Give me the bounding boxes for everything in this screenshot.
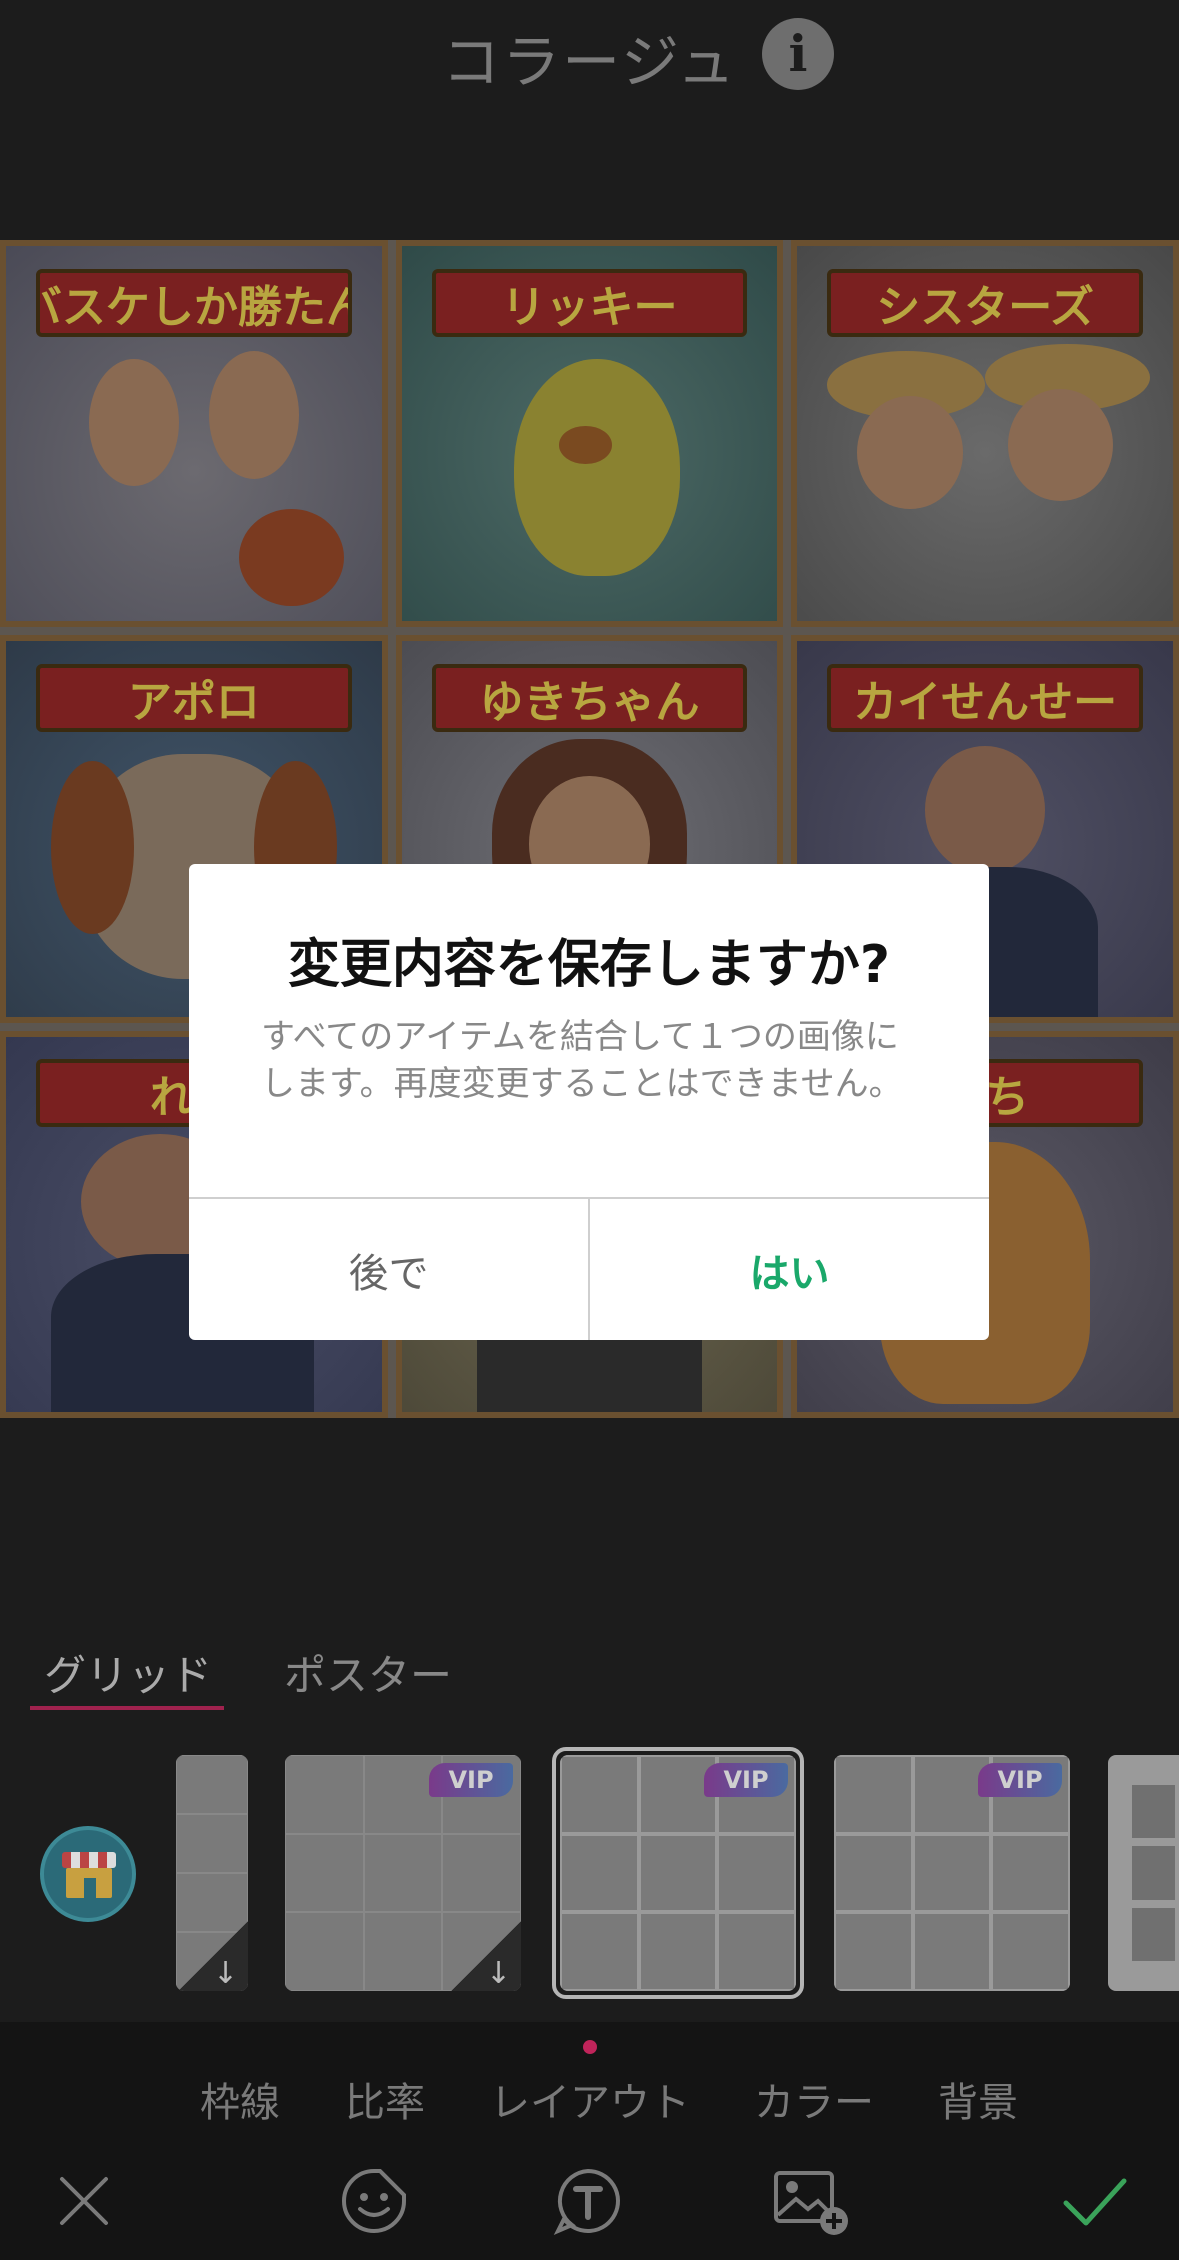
tool-ratio[interactable]: 比率: [345, 2070, 425, 2128]
collage-cell[interactable]: シスターズ: [791, 240, 1179, 628]
tool-color[interactable]: カラー: [754, 2070, 874, 2128]
sticker-icon[interactable]: [338, 2165, 410, 2237]
layout-option[interactable]: VIP ↓: [285, 1755, 521, 1991]
tab-poster[interactable]: ポスター: [284, 1642, 452, 1703]
info-icon[interactable]: i: [762, 18, 834, 90]
layout-option[interactable]: VIP: [834, 1755, 1070, 1991]
cell-label: カイせんせー: [827, 663, 1143, 732]
collage-cell[interactable]: リッキー: [395, 240, 784, 628]
vip-badge: VIP: [978, 1763, 1062, 1797]
active-tab-indicator: [30, 1706, 224, 1710]
tool-layout[interactable]: レイアウト: [490, 2070, 690, 2128]
later-button[interactable]: 後で: [189, 1199, 588, 1340]
layout-option[interactable]: ↓: [176, 1755, 248, 1991]
store-icon[interactable]: [40, 1826, 136, 1922]
check-icon[interactable]: [1058, 2165, 1130, 2237]
save-changes-dialog: 変更内容を保存しますか? すべてのアイテムを結合して１つの画像にします。再度変更…: [189, 864, 989, 1340]
close-icon[interactable]: [48, 2165, 120, 2237]
layout-option-selected[interactable]: VIP: [560, 1755, 796, 1991]
cell-label: バスケしか勝たん: [36, 268, 352, 337]
collage-cell[interactable]: バスケしか勝たん: [0, 240, 388, 628]
dialog-title: 変更内容を保存しますか?: [287, 935, 891, 995]
active-tool-indicator: [583, 2040, 597, 2054]
layout-option[interactable]: [1108, 1755, 1179, 1991]
cell-label: アポロ: [36, 663, 352, 732]
download-icon: ↓: [178, 1921, 248, 1991]
add-photo-icon[interactable]: [772, 2165, 852, 2237]
vip-badge: VIP: [704, 1763, 788, 1797]
tab-grid[interactable]: グリッド: [44, 1642, 212, 1703]
cell-label: リッキー: [431, 268, 748, 337]
tool-background[interactable]: 背景: [938, 2070, 1018, 2128]
dialog-message: すべてのアイテムを結合して１つの画像にします。再度変更することはできません。: [261, 1017, 903, 1104]
tool-border[interactable]: 枠線: [200, 2070, 280, 2128]
page-title: コラージュ: [442, 28, 737, 96]
cell-label: ゆきちゃん: [431, 663, 748, 732]
cell-label: シスターズ: [827, 268, 1143, 337]
download-icon: ↓: [451, 1921, 521, 1991]
yes-button[interactable]: はい: [590, 1199, 989, 1340]
vip-badge: VIP: [429, 1763, 513, 1797]
text-icon[interactable]: [552, 2165, 624, 2237]
